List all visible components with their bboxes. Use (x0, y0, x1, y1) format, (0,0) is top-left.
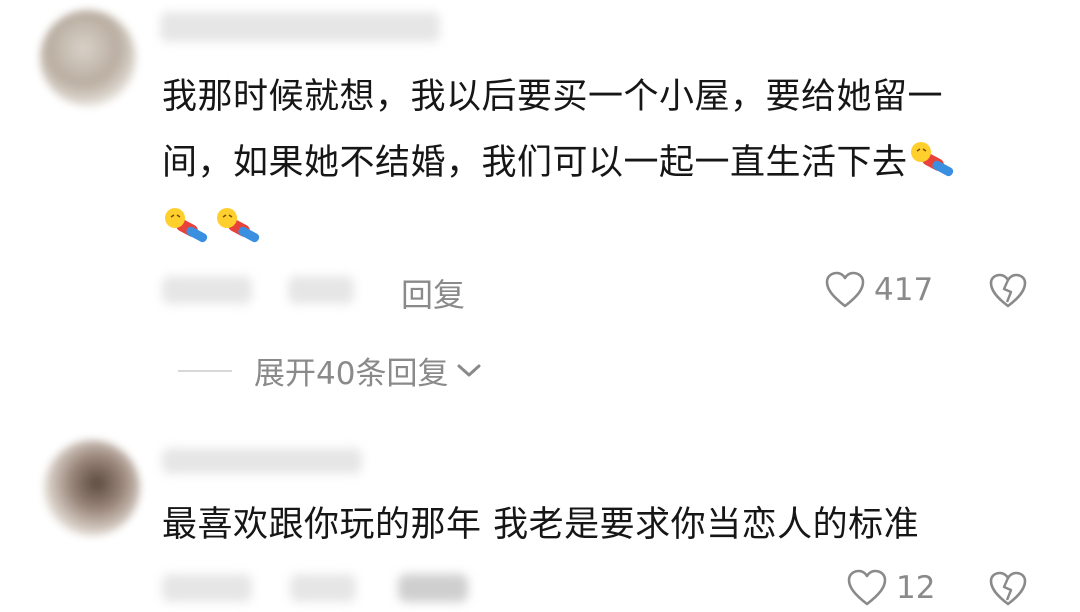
chevron-down-icon (457, 364, 481, 376)
broken-heart-icon (989, 571, 1027, 606)
location-blurred (288, 276, 354, 304)
username-blurred[interactable] (160, 12, 440, 42)
like-count: 12 (896, 570, 936, 606)
expand-replies-label: 展开40条回复 (254, 356, 449, 392)
like-button[interactable]: 417 (824, 270, 933, 310)
broken-heart-icon (989, 273, 1027, 308)
heart-outline-icon (847, 569, 887, 606)
tumbling-doll-emoji (910, 142, 953, 177)
location-blurred (290, 574, 356, 602)
divider-line (178, 369, 232, 372)
comment-1-line-2-wrap: 间，如果她不结婚，我们可以一起一直生活下去 (162, 130, 1042, 196)
comment-1-line-2: 间，如果她不结婚，我们可以一起一直生活下去 (162, 143, 908, 183)
like-button[interactable]: 12 (846, 568, 935, 608)
dislike-button[interactable] (988, 570, 1028, 612)
tumbling-doll-emoji (165, 208, 208, 243)
heart-outline-icon (825, 271, 865, 308)
comment-1-body: 我那时候就想，我以后要买一个小屋，要给她留一 间，如果她不结婚，我们可以一起一直… (162, 64, 1042, 262)
expand-replies-button[interactable]: 展开40条回复 (178, 348, 484, 393)
timestamp-blurred (162, 276, 252, 304)
tumbling-doll-emoji (217, 208, 260, 243)
reply-button-blurred[interactable] (398, 574, 468, 602)
reply-button[interactable]: 回复 (401, 270, 465, 316)
comment-1-line-3-wrap (162, 196, 1042, 262)
comment-1-line-1: 我那时候就想，我以后要买一个小屋，要给她留一 (162, 77, 944, 117)
like-count: 417 (874, 272, 934, 308)
timestamp-blurred (162, 574, 252, 602)
username-blurred[interactable] (162, 448, 362, 474)
comment-2-line-1: 最喜欢跟你玩的那年 我老是要求你当恋人的标准 (162, 505, 920, 545)
avatar[interactable] (40, 10, 136, 106)
avatar[interactable] (44, 440, 140, 536)
comment-2-body: 最喜欢跟你玩的那年 我老是要求你当恋人的标准 (162, 492, 1042, 558)
dislike-button[interactable] (988, 272, 1028, 314)
